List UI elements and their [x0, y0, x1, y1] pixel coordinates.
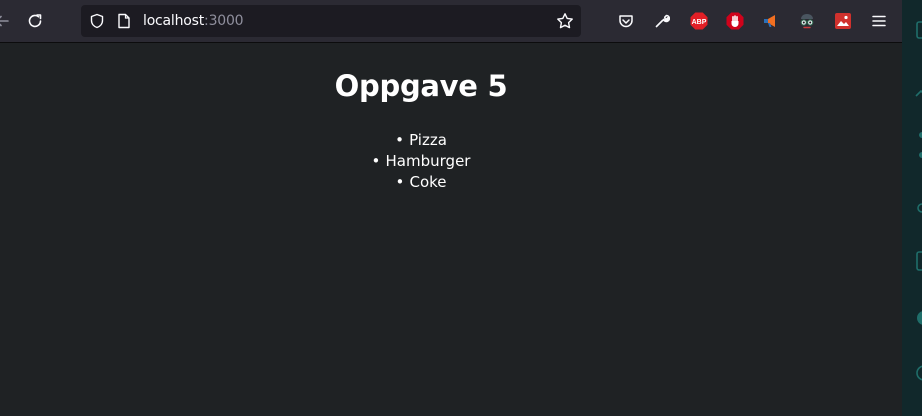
abp-label: ABP — [692, 19, 707, 26]
reload-button[interactable] — [23, 9, 47, 33]
url-text[interactable]: localhost:3000 — [143, 13, 244, 29]
stop-extension-button[interactable] — [725, 11, 745, 31]
page-icon[interactable] — [117, 13, 131, 29]
spy-extension-button[interactable] — [797, 11, 817, 31]
food-list: Pizza Hamburger Coke — [0, 130, 842, 193]
url-port: :3000 — [204, 13, 244, 29]
side-panel-strip — [902, 0, 922, 416]
hamburger-menu-icon — [872, 15, 886, 27]
list-item: Coke — [0, 172, 842, 193]
page-title: Oppgave 5 — [334, 69, 508, 103]
url-host: localhost — [143, 13, 205, 29]
picture-extension-button[interactable] — [833, 11, 853, 31]
image-extension-icon — [835, 13, 851, 29]
pocket-icon — [619, 15, 633, 28]
back-button[interactable] — [0, 9, 14, 33]
browser-toolbar: localhost:3000 ABP — [0, 0, 902, 43]
wrench-icon — [655, 14, 670, 28]
shield-icon[interactable] — [89, 13, 105, 29]
url-bar[interactable]: localhost:3000 — [81, 5, 581, 37]
star-icon[interactable] — [556, 12, 574, 30]
spy-glasses-icon — [800, 14, 814, 29]
page-content: Oppgave 5 Pizza Hamburger Coke — [0, 43, 902, 416]
megaphone-icon — [764, 15, 775, 27]
back-arrow-icon — [0, 15, 9, 27]
adblock-plus-button[interactable]: ABP — [689, 11, 709, 31]
wrench-button[interactable] — [652, 11, 672, 31]
list-item: Pizza — [0, 130, 842, 151]
reload-icon — [28, 14, 42, 28]
megaphone-extension-button[interactable] — [761, 11, 781, 31]
adblock-plus-icon: ABP — [690, 12, 708, 30]
side-panel-icons — [915, 21, 922, 381]
app-menu-button[interactable] — [869, 11, 889, 31]
pocket-button[interactable] — [616, 11, 636, 31]
list-item: Hamburger — [0, 151, 842, 172]
stop-hand-icon — [726, 12, 744, 30]
